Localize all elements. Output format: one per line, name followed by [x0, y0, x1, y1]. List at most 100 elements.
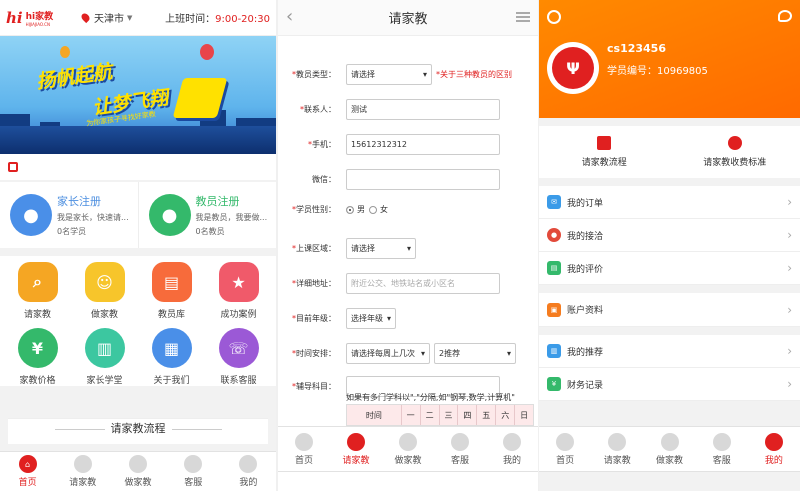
profile-header: Ψ cs123456 学员编号：10969805	[539, 0, 800, 118]
tab-mine[interactable]: 我的	[221, 452, 276, 491]
tab-mine[interactable]: 我的	[748, 427, 800, 471]
menu-item-recommend[interactable]: ▥ 我的推荐 ›	[539, 335, 800, 368]
teacher-avatar-icon: ●	[148, 194, 191, 236]
speaker-icon	[8, 162, 18, 172]
grid-item-price[interactable]: ¥ 家教价格	[4, 328, 71, 386]
grade-label: *目前年级：	[292, 314, 336, 323]
wechat-input[interactable]	[346, 169, 500, 190]
person-icon	[73, 455, 92, 473]
menu-item-finance[interactable]: ¥ 财务记录 ›	[539, 368, 800, 401]
table-header-cell: 一	[400, 405, 420, 425]
parent-register-title: 家长注册	[57, 195, 101, 208]
profile-screen: Ψ cs123456 学员编号：10969805 请家教流程 请家教收费标准 ✉…	[539, 0, 800, 491]
menu-item-contacts[interactable]: ● 我的接洽 ›	[539, 219, 800, 252]
promo-banner[interactable]: 扬帆起航 让梦飞翔 为你家孩子寻找好家教	[0, 36, 276, 154]
tab-service[interactable]: 客服	[696, 427, 748, 471]
city-name: 天津市	[94, 14, 124, 25]
gender-female-radio[interactable]	[369, 205, 377, 214]
area-row: *上课区域： 请选择	[278, 238, 538, 259]
tab-tutor[interactable]: 做家教	[110, 452, 165, 491]
menu-item-label: 我的订单	[567, 198, 604, 209]
student-id: 学员编号：10969805	[607, 66, 708, 77]
tab-mine[interactable]: 我的	[486, 427, 538, 471]
grid-label: 联系客服	[220, 376, 257, 386]
table-header-cell: 日	[514, 405, 533, 425]
tab-tutor[interactable]: 做家教	[382, 427, 434, 471]
gender-male-radio[interactable]	[346, 205, 354, 214]
grid-item-request-tutor[interactable]: ⌕ 请家教	[4, 262, 71, 320]
grid-item-contact[interactable]: ☏ 联系客服	[205, 328, 272, 386]
menu-item-label: 财务记录	[567, 380, 604, 391]
phone-input[interactable]: 15612312312	[346, 134, 500, 155]
tab-home[interactable]: 首页	[278, 427, 330, 471]
schedule-select[interactable]: 请选择每周上几次	[346, 343, 430, 364]
tab-bar: 首页 请家教 做家教 客服 我的	[278, 426, 538, 472]
tab-request[interactable]: 请家教	[591, 427, 643, 471]
tab-home[interactable]: ⌂ 首页	[0, 452, 55, 491]
chat-icon[interactable]	[778, 10, 792, 22]
contact-label: *联系人：	[300, 105, 336, 114]
quick-link-flow[interactable]: 请家教流程	[539, 126, 670, 178]
grid-label: 成功案例	[220, 310, 257, 320]
avatar[interactable]: Ψ	[547, 42, 599, 94]
grid-item-success-cases[interactable]: ★ 成功案例	[205, 262, 272, 320]
logo-url: HIJIAJIAO.CN	[25, 21, 50, 27]
subject-hint: 如果有多门学科以","分隔,如"钢琴,数学,计算机"	[346, 393, 515, 402]
chevron-right-icon: ›	[787, 228, 792, 242]
table-header-cell: 四	[457, 405, 476, 425]
teacher-type-note[interactable]: *关于三种教员的区别	[436, 69, 512, 80]
teacher-icon	[399, 432, 417, 451]
parent-register[interactable]: ● 家长注册 我是家长，快速请... 0名学员	[0, 182, 138, 248]
city-selector[interactable]: 天津市 ▼	[79, 10, 132, 25]
grid-label: 做家教	[90, 310, 118, 320]
grid-item-be-tutor[interactable]: ☺ 做家教	[71, 262, 138, 320]
phone-label: *手机：	[308, 140, 336, 149]
contact-input[interactable]: 测试	[346, 99, 500, 120]
teacher-type-label: *教员类型：	[292, 70, 336, 79]
tab-service[interactable]: 客服	[434, 427, 486, 471]
back-icon[interactable]: ‹	[286, 6, 293, 27]
teacher-type-row: *教员类型： 请选择 *关于三种教员的区别	[278, 64, 538, 85]
quick-link-fees[interactable]: 请家教收费标准	[670, 126, 800, 178]
chevron-right-icon: ›	[787, 195, 792, 209]
page-title: 请家教	[388, 12, 428, 27]
grid-item-about-us[interactable]: ▦ 关于我们	[138, 328, 205, 386]
tab-label: 客服	[184, 478, 203, 488]
menu-item-orders[interactable]: ✉ 我的订单 ›	[539, 186, 800, 219]
menu-icon[interactable]	[516, 12, 530, 22]
finance-icon: ¥	[547, 377, 561, 391]
username: cs123456	[607, 42, 666, 55]
grid-item-teacher-library[interactable]: ▤ 教员库	[138, 262, 205, 320]
tab-request[interactable]: 请家教	[55, 452, 110, 491]
schedule-select-2[interactable]: 2推荐	[434, 343, 516, 364]
teacher-register[interactable]: ● 教员注册 我是教员，我要做... 0名教员	[137, 182, 277, 248]
menu-group-orders: ✉ 我的订单 › ● 我的接洽 › ▤ 我的评价 ›	[539, 186, 800, 285]
flow-title: 请家教流程	[110, 422, 166, 435]
yuan-icon: ¥	[17, 328, 58, 368]
chevron-right-icon: ›	[787, 302, 792, 317]
gender-female-label: 女	[380, 205, 388, 214]
address-input[interactable]: 附近公交、地铁站名或小区名	[346, 273, 500, 294]
schedule-label: *时间安排：	[292, 349, 336, 358]
grade-select[interactable]: 选择年级	[346, 308, 396, 329]
tab-service[interactable]: 客服	[166, 452, 221, 491]
tab-home[interactable]: 首页	[539, 427, 591, 471]
tab-label: 请家教	[69, 478, 97, 488]
gear-icon[interactable]	[547, 10, 561, 24]
notice-bar[interactable]	[0, 154, 276, 180]
case-icon: ★	[218, 262, 259, 302]
teacher-type-select[interactable]: 请选择	[346, 64, 432, 85]
tab-tutor[interactable]: 做家教	[643, 427, 695, 471]
flow-section-title: 请家教流程	[8, 418, 268, 444]
chevron-right-icon: ›	[787, 261, 792, 275]
tab-request[interactable]: 请家教	[330, 427, 382, 471]
grid-item-parent-school[interactable]: ▥ 家长学堂	[71, 328, 138, 386]
grid-label: 家长学堂	[86, 376, 123, 386]
quick-links: 请家教流程 请家教收费标准	[539, 126, 800, 178]
menu-item-reviews[interactable]: ▤ 我的评价 ›	[539, 252, 800, 285]
area-select[interactable]: 请选择	[346, 238, 416, 259]
menu-item-account[interactable]: ▣ 账户资料 ›	[539, 293, 800, 327]
user-icon	[503, 432, 521, 451]
logo[interactable]: hi hi家教 HIJIAJIAO.CN	[6, 9, 76, 27]
tab-label: 客服	[450, 455, 469, 466]
